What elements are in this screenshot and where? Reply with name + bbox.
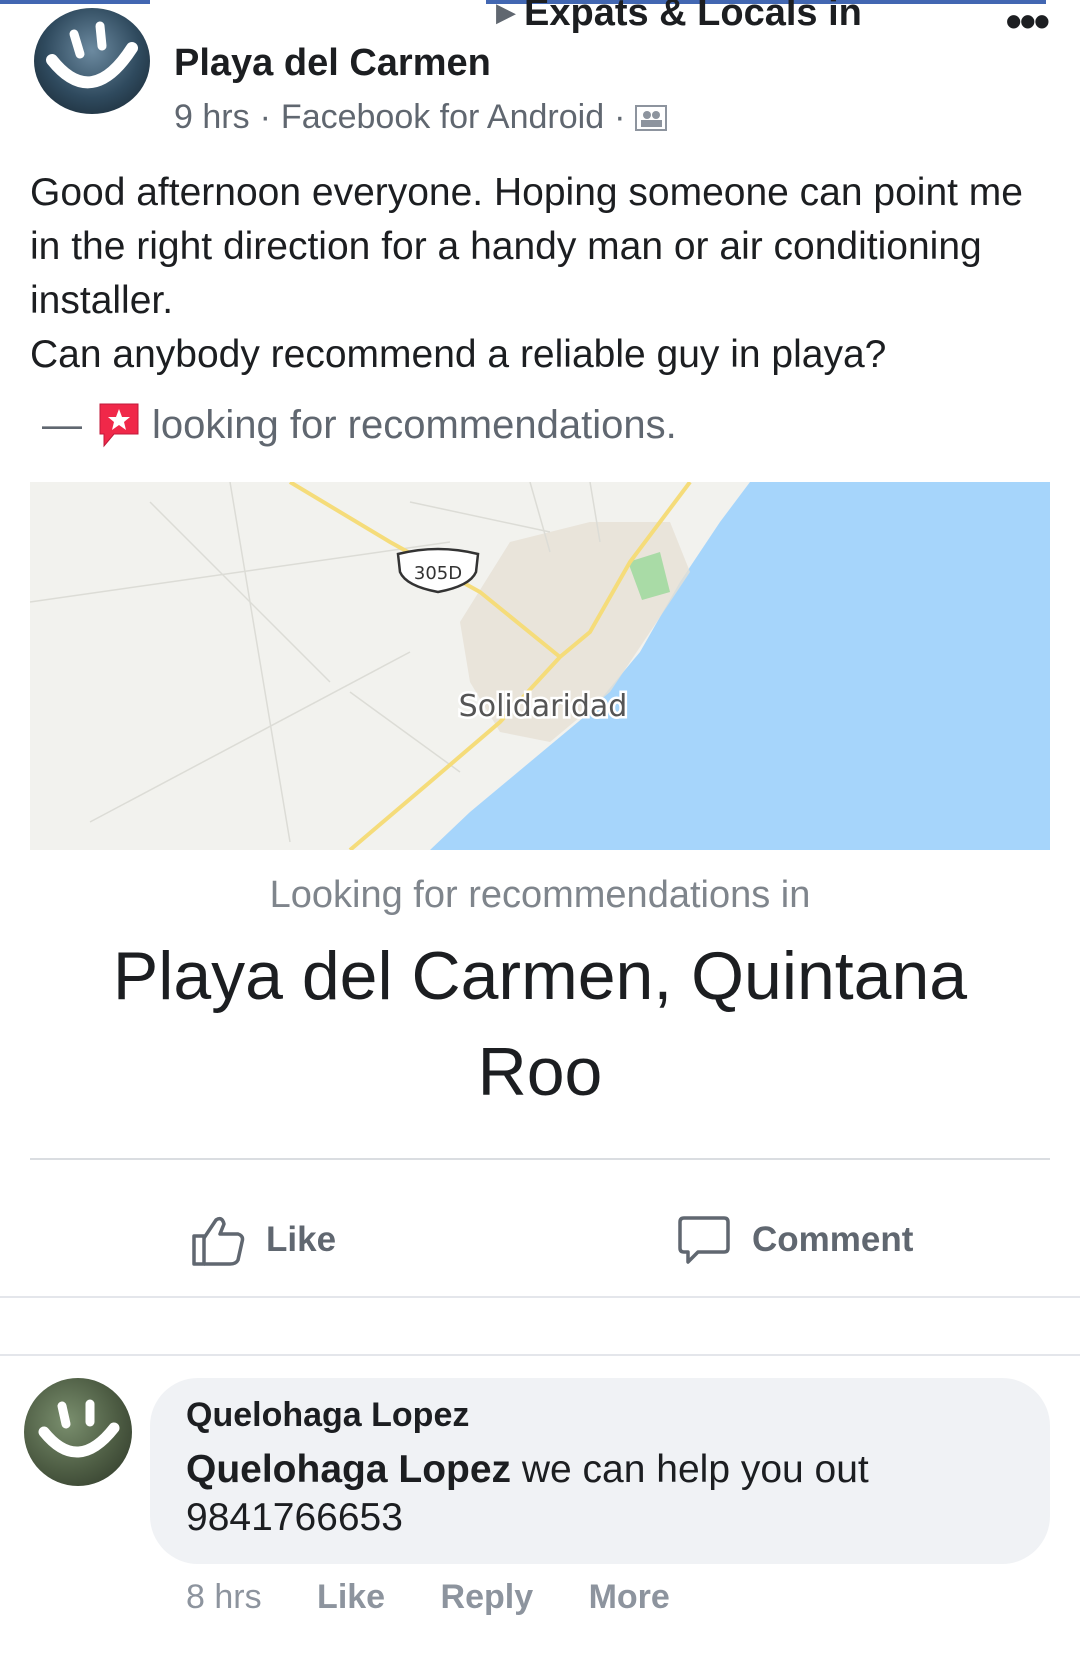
- top-accent-line-left: [0, 0, 150, 4]
- meta-separator: ·: [259, 98, 271, 136]
- post-body: Good afternoon everyone. Hoping someone …: [30, 166, 1050, 382]
- thumbs-up-icon: [192, 1216, 245, 1266]
- comment-actions: 8 hrs Like Reply More: [186, 1578, 716, 1617]
- comment-text: Quelohaga Lopez we can help you out 9841…: [186, 1446, 1026, 1542]
- group-name-label: Expats & Locals in: [524, 0, 862, 34]
- comment-bubble-icon: [678, 1216, 730, 1264]
- post-time[interactable]: 9 hrs: [174, 98, 250, 137]
- post-comments-separator: [0, 1296, 1080, 1356]
- post-meta: 9 hrs · Facebook for Android ·: [174, 98, 668, 137]
- recommendation-place[interactable]: Playa del Carmen, Quintana Roo: [70, 928, 1010, 1120]
- comment-tagged-name[interactable]: Quelohaga Lopez: [186, 1448, 511, 1491]
- location-map[interactable]: 305D Solidaridad: [30, 482, 1050, 850]
- comment-label: Comment: [752, 1220, 914, 1259]
- post-text: Good afternoon everyone. Hoping someone …: [30, 171, 1023, 376]
- commenter-avatar[interactable]: [24, 1378, 132, 1486]
- recommendation-caption: Looking for recommendations in: [269, 874, 811, 916]
- comment-author[interactable]: Quelohaga Lopez: [186, 1396, 469, 1435]
- highway-shield-label: 305D: [414, 563, 462, 584]
- recommendation-icon: [99, 403, 139, 448]
- avatar-smiley-icon: [46, 21, 138, 89]
- group-name[interactable]: ▶ Expats & Locals in: [496, 0, 862, 35]
- activity-text: looking for recommendations.: [152, 402, 677, 447]
- author-avatar[interactable]: [34, 8, 150, 114]
- map-canvas: 305D Solidaridad: [30, 482, 1050, 850]
- post-activity: — looking for recommendations.: [42, 400, 677, 450]
- comment-time[interactable]: 8 hrs: [186, 1578, 262, 1616]
- group-audience-icon: [635, 104, 668, 131]
- actions-divider: [30, 1158, 1050, 1160]
- avatar-smiley-icon: [38, 1399, 120, 1458]
- caret-right-icon: ▶: [496, 0, 516, 27]
- comment-reply-button[interactable]: Reply: [441, 1578, 534, 1616]
- meta-separator: ·: [614, 98, 626, 136]
- comment-more-button[interactable]: More: [589, 1578, 670, 1616]
- comment-like-button[interactable]: Like: [317, 1578, 385, 1616]
- map-city-label: Solidaridad: [459, 689, 628, 724]
- more-options-icon[interactable]: •••: [1006, 0, 1050, 44]
- post-via: Facebook for Android: [280, 98, 605, 136]
- comment-button[interactable]: Comment: [676, 1212, 913, 1268]
- activity-dash: —: [42, 402, 82, 447]
- like-label: Like: [266, 1220, 337, 1259]
- like-button[interactable]: Like: [190, 1212, 336, 1268]
- post-author[interactable]: Playa del Carmen: [174, 42, 491, 85]
